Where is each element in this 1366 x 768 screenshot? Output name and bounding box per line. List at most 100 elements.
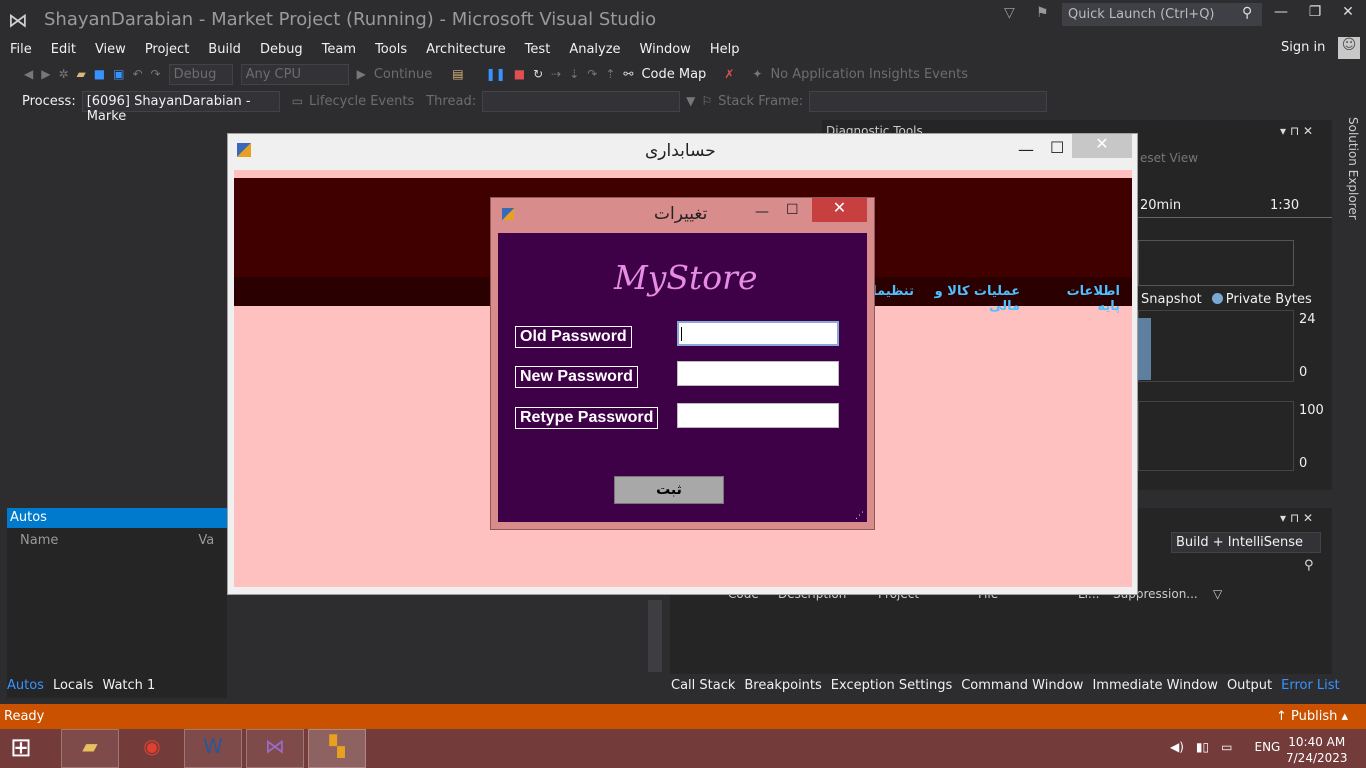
menu-goods-financial[interactable]: عملیات کالا و مالی [900, 284, 1020, 314]
tab-watch-1[interactable]: Watch 1 [102, 678, 155, 693]
open-file-icon[interactable]: ▰ [77, 67, 86, 81]
tab-error-list[interactable]: Error List [1281, 678, 1340, 693]
show-next-statement-icon[interactable]: ⇢ [551, 67, 561, 81]
configuration-select[interactable]: Debug [168, 63, 233, 85]
thread-filter-icon[interactable]: ▼ [686, 94, 695, 108]
menu-window[interactable]: Window [630, 42, 700, 57]
dialog-resize-grip[interactable]: ⋰ [855, 511, 864, 521]
stop-icon[interactable]: ■ [514, 67, 525, 81]
menu-edit[interactable]: Edit [41, 42, 85, 57]
tab-autos[interactable]: Autos [7, 678, 44, 693]
tab-call-stack[interactable]: Call Stack [671, 678, 735, 693]
restart-icon[interactable]: ↻ [533, 67, 543, 81]
step-out-icon[interactable]: ⇡ [605, 67, 615, 81]
volume-icon[interactable]: ◀) [1170, 740, 1184, 754]
quick-launch-input[interactable]: Quick Launch (Ctrl+Q) [1062, 3, 1262, 26]
error-source-select[interactable]: Build + IntelliSense [1171, 532, 1321, 553]
accounting-maximize-button[interactable]: ☐ [1050, 138, 1064, 157]
continue-icon[interactable]: ▶ [357, 67, 366, 81]
menu-help[interactable]: Help [700, 42, 749, 57]
autos-panel-title[interactable]: Autos [7, 508, 227, 528]
thread-select[interactable] [482, 90, 681, 112]
save-all-icon[interactable]: ▣ [113, 67, 124, 81]
menu-team[interactable]: Team [312, 42, 365, 57]
tab-immediate-window[interactable]: Immediate Window [1092, 678, 1217, 693]
search-icon[interactable]: ⚲ [1242, 5, 1252, 21]
save-icon[interactable]: ■ [94, 67, 105, 81]
publish-button[interactable]: ↑ Publish ▴ [1276, 709, 1348, 724]
close-button[interactable]: ✕ [1333, 4, 1363, 24]
new-project-icon[interactable]: ✲ [58, 67, 68, 81]
taskbar-clock[interactable]: 10:40 AM 7/24/2023 [1286, 734, 1348, 766]
windows-start-icon[interactable]: ⊞ [10, 733, 32, 763]
feedback-icon[interactable]: ⚑ [1036, 5, 1049, 21]
undo-icon[interactable]: ↶ [132, 67, 142, 81]
pause-icon[interactable]: ❚❚ [486, 67, 506, 81]
reset-view-button[interactable]: eset View [1140, 151, 1198, 165]
accounting-minimize-button[interactable]: — [1018, 140, 1034, 159]
code-map-icon[interactable]: ⚯ [623, 67, 633, 81]
sign-in-link[interactable]: Sign in [1281, 40, 1325, 55]
old-password-input[interactable] [677, 321, 839, 346]
accounting-resize-grip[interactable]: ⋰ [1120, 575, 1129, 585]
intellitrace-icon[interactable]: ✗ [724, 67, 734, 81]
autos-col-name[interactable]: Name [20, 533, 58, 548]
error-search-icon[interactable]: ⚲ [1304, 558, 1314, 573]
flag-threads-icon[interactable]: ⚐ [701, 94, 712, 108]
menu-test[interactable]: Test [515, 42, 560, 57]
continue-button[interactable]: Continue [374, 67, 432, 82]
language-indicator[interactable]: ENG [1254, 740, 1280, 754]
step-over-icon[interactable]: ↷ [587, 67, 597, 81]
tab-breakpoints[interactable]: Breakpoints [744, 678, 821, 693]
lifecycle-events-select[interactable]: Lifecycle Events [309, 94, 414, 109]
stack-frame-select[interactable] [809, 90, 1048, 112]
menu-analyze[interactable]: Analyze [559, 42, 629, 57]
back-icon[interactable]: ◀ [24, 67, 33, 81]
tab-exception-settings[interactable]: Exception Settings [831, 678, 952, 693]
minimize-button[interactable]: — [1266, 4, 1296, 24]
visual-studio-taskbar-icon[interactable]: ⋈ [246, 729, 304, 768]
menu-build[interactable]: Build [198, 42, 250, 57]
process-icon[interactable]: ▤ [452, 67, 463, 81]
insights-icon[interactable]: ✦ [752, 67, 762, 81]
solution-explorer-tab[interactable]: Solution Explorer [1338, 117, 1360, 220]
word-taskbar-icon[interactable]: W [184, 729, 242, 768]
submit-button[interactable]: ثبت [614, 476, 724, 504]
menu-file[interactable]: File [0, 42, 41, 57]
accounting-close-button[interactable]: ✕ [1072, 134, 1132, 158]
column-filter-icon[interactable]: ▽ [1213, 587, 1222, 601]
redo-icon[interactable]: ↷ [151, 67, 161, 81]
restore-button[interactable]: ❐ [1300, 4, 1330, 24]
autos-col-value[interactable]: Va [198, 533, 214, 548]
step-into-icon[interactable]: ⇣ [569, 67, 579, 81]
chrome-taskbar-icon[interactable]: ◉ [123, 729, 181, 768]
app-taskbar-icon[interactable]: ▚ [308, 729, 366, 768]
application-insights-button[interactable]: No Application Insights Events [770, 67, 968, 82]
menu-settings[interactable]: تنظیمات [874, 284, 914, 299]
dialog-maximize-button[interactable]: ☐ [786, 202, 799, 218]
dialog-close-button[interactable]: ✕ [812, 198, 867, 222]
menu-base-info[interactable]: اطلاعات پایه [1040, 284, 1120, 314]
tab-command-window[interactable]: Command Window [961, 678, 1083, 693]
menu-architecture[interactable]: Architecture [416, 42, 515, 57]
menu-tools[interactable]: Tools [365, 42, 416, 57]
error-panel-controls-icon[interactable]: ▾ ⊓ ✕ [1280, 511, 1313, 525]
forward-icon[interactable]: ▶ [41, 67, 50, 81]
code-map-button[interactable]: Code Map [641, 67, 706, 82]
notification-filter-icon[interactable]: ▽ [1004, 5, 1015, 21]
tab-output[interactable]: Output [1227, 678, 1272, 693]
account-icon[interactable]: ☺ [1338, 37, 1360, 59]
autos-scrollbar[interactable] [648, 600, 662, 672]
retype-password-input[interactable] [677, 403, 839, 428]
new-password-input[interactable] [677, 361, 839, 386]
file-explorer-taskbar-icon[interactable]: ▰ [61, 729, 119, 768]
menu-view[interactable]: View [85, 42, 135, 57]
menu-project[interactable]: Project [135, 42, 198, 57]
power-icon[interactable]: ▭ [1221, 740, 1232, 754]
tab-locals[interactable]: Locals [53, 678, 93, 693]
dialog-minimize-button[interactable]: — [755, 204, 769, 220]
panel-dropdown-icon[interactable]: ▾ ⊓ ✕ [1280, 124, 1313, 138]
network-icon[interactable]: ▮▯ [1196, 740, 1209, 754]
process-select[interactable]: [6096] ShayanDarabian - Marke [81, 90, 280, 124]
platform-select[interactable]: Any CPU [240, 63, 349, 85]
